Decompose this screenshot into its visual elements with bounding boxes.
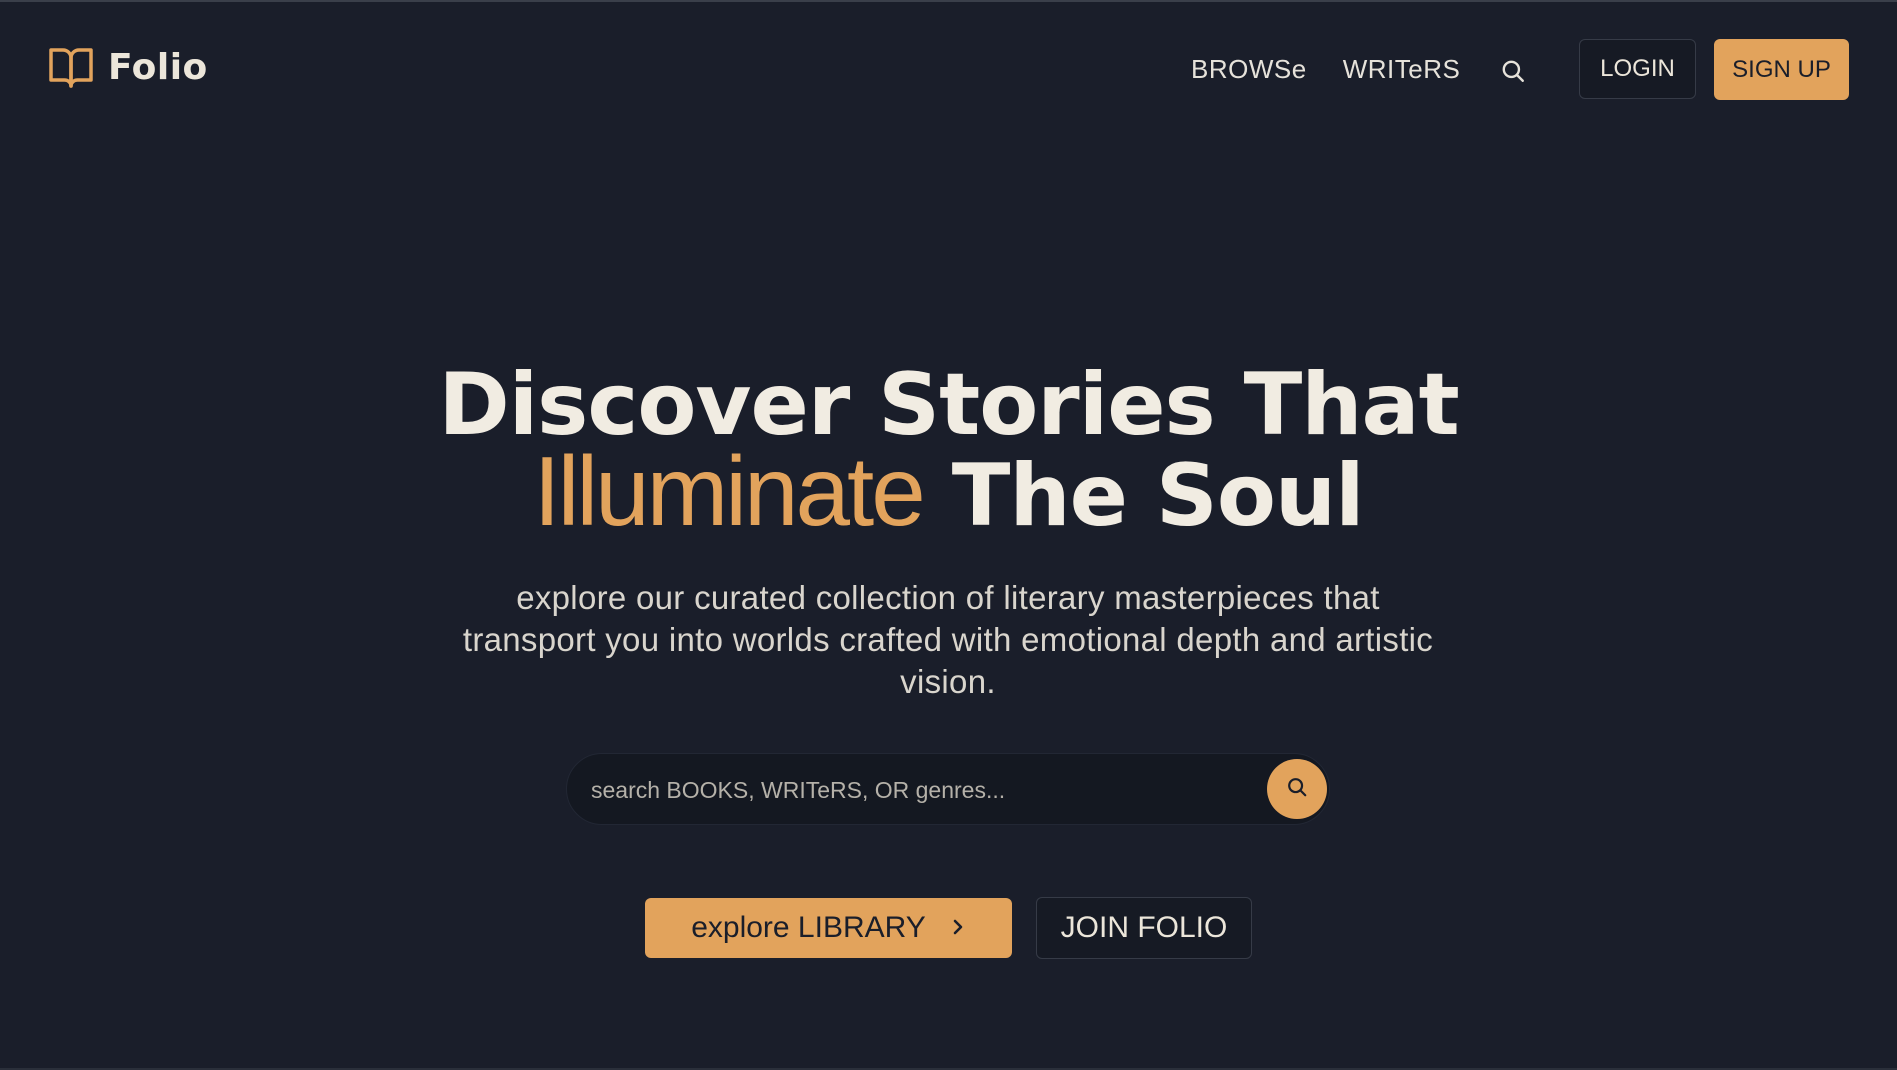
nav-link-writers[interactable]: WRITeRS xyxy=(1343,54,1461,85)
join-folio-button[interactable]: JOIN FOLIO xyxy=(1036,897,1252,959)
login-button[interactable]: LOGIN xyxy=(1579,39,1696,99)
hero-title: Discover Stories That Illuminate The Sou… xyxy=(0,357,1897,540)
search-submit-button[interactable] xyxy=(1267,759,1327,819)
hero-title-accent: Illuminate xyxy=(533,436,925,546)
hero-title-line2: Illuminate The Soul xyxy=(0,442,1897,540)
open-book-icon xyxy=(48,46,94,88)
search-icon[interactable] xyxy=(1500,58,1526,84)
hero-subtitle: explore our curated collection of litera… xyxy=(462,579,1434,700)
hero-title-line1: Discover Stories That xyxy=(438,355,1459,455)
top-navigation: Folio BROWSe WRITeRS LOGIN SIGN UP xyxy=(0,2,1897,137)
chevron-right-icon xyxy=(950,911,966,945)
main-nav: BROWSe WRITeRS xyxy=(1191,54,1460,85)
search-icon xyxy=(1286,776,1308,803)
explore-library-label: explore LIBRARY xyxy=(691,911,926,944)
explore-library-button[interactable]: explore LIBRARY xyxy=(645,898,1012,958)
hero-title-rest: The Soul xyxy=(951,446,1365,546)
search-input[interactable] xyxy=(589,754,1233,826)
signup-button[interactable]: SIGN UP xyxy=(1714,39,1849,100)
brand-name: Folio xyxy=(108,46,208,88)
nav-link-browse[interactable]: BROWSe xyxy=(1191,54,1307,85)
hero-search-bar xyxy=(566,753,1330,826)
brand-logo[interactable]: Folio xyxy=(48,46,208,88)
